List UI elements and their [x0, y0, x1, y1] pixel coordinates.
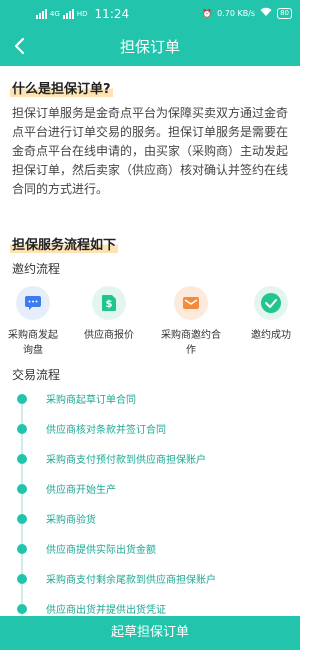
mail-icon: [174, 286, 208, 320]
page-title: 担保订单: [119, 38, 180, 56]
dollar-doc-icon: $: [92, 286, 126, 320]
signal-icon: [36, 9, 47, 19]
nav-bar: 担保订单: [0, 26, 300, 66]
intro-description: 担保订单服务是金奇点平台为保障买卖双方通过金奇点平台进行订单交易的服务。担保订单…: [12, 106, 289, 196]
timeline-dot: [17, 574, 27, 584]
timeline-dot: [17, 394, 27, 404]
timeline-dot: [17, 484, 27, 494]
invite-flow-title: 邀约流程: [12, 262, 61, 276]
alarm-icon: ⏰: [202, 8, 213, 18]
timeline-dot: [17, 604, 27, 614]
timeline-item: 采购商起草订单合同: [12, 390, 292, 410]
trade-flow-title: 交易流程: [12, 368, 61, 382]
timeline-dot: [17, 424, 27, 434]
timeline-item: 采购商验货: [12, 510, 292, 530]
timeline-item: 供应商提供实际出货金额: [12, 540, 292, 560]
network-speed: 0.70 KB/s: [217, 8, 256, 18]
hd-label: HD: [76, 10, 88, 18]
invite-step-label: 供应商报价: [84, 330, 134, 341]
timeline-text: 采购商支付预付款到供应商担保账户: [46, 455, 206, 466]
wifi-icon: [260, 7, 272, 19]
invite-step-label: 采购商发起询盘: [8, 330, 58, 356]
timeline-text: 采购商支付剩余尾款到供应商担保账户: [46, 575, 216, 586]
network-type-label: 4G: [50, 10, 60, 18]
timeline-text: 采购商验货: [46, 515, 96, 526]
invite-step-inquiry: 采购商发起询盘: [0, 286, 68, 358]
content-area[interactable]: 什么是担保订单? 担保订单服务是金奇点平台为保障买卖双方通过金奇点平台进行订单交…: [0, 66, 300, 616]
invite-step-invite: 采购商邀约合作: [156, 286, 226, 358]
invite-step-quote: $ 供应商报价: [74, 286, 144, 343]
flow-title: 担保服务流程如下: [10, 234, 119, 253]
check-icon: [254, 286, 288, 320]
timeline-item: 供应商核对条款并签订合同: [12, 420, 292, 440]
timeline-dot: [17, 454, 27, 464]
timeline-item: 采购商支付预付款到供应商担保账户: [12, 450, 292, 470]
timeline-text: 供应商出货并提供出货凭证: [46, 605, 166, 616]
invite-step-label: 采购商邀约合作: [161, 330, 221, 356]
timeline-item: 供应商出货并提供出货凭证: [12, 600, 292, 616]
timeline-dot: [17, 544, 27, 554]
signal-icon-2: [62, 9, 74, 19]
chat-icon: [16, 286, 50, 320]
timeline-text: 供应商提供实际出货金额: [46, 545, 156, 556]
intro-title: 什么是担保订单?: [10, 78, 113, 97]
battery-indicator: 80: [277, 7, 292, 19]
invite-step-label: 邀约成功: [251, 330, 291, 341]
timeline-dot: [17, 514, 27, 524]
svg-text:$: $: [106, 299, 113, 310]
invite-step-success: 邀约成功: [236, 286, 300, 343]
timeline-item: 采购商支付剩余尾款到供应商担保账户: [12, 570, 292, 590]
draft-guarantee-order-button[interactable]: 起草担保订单: [0, 616, 300, 650]
status-bar: 4G HD 11:24 ⏰ 0.70 KB/s 80: [0, 0, 300, 26]
timeline-text: 采购商起草订单合同: [46, 395, 136, 406]
timeline-text: 供应商开始生产: [46, 485, 116, 496]
timeline-text: 供应商核对条款并签订合同: [46, 425, 166, 436]
clock: 11:24: [94, 7, 130, 21]
timeline-item: 供应商开始生产: [12, 480, 292, 500]
